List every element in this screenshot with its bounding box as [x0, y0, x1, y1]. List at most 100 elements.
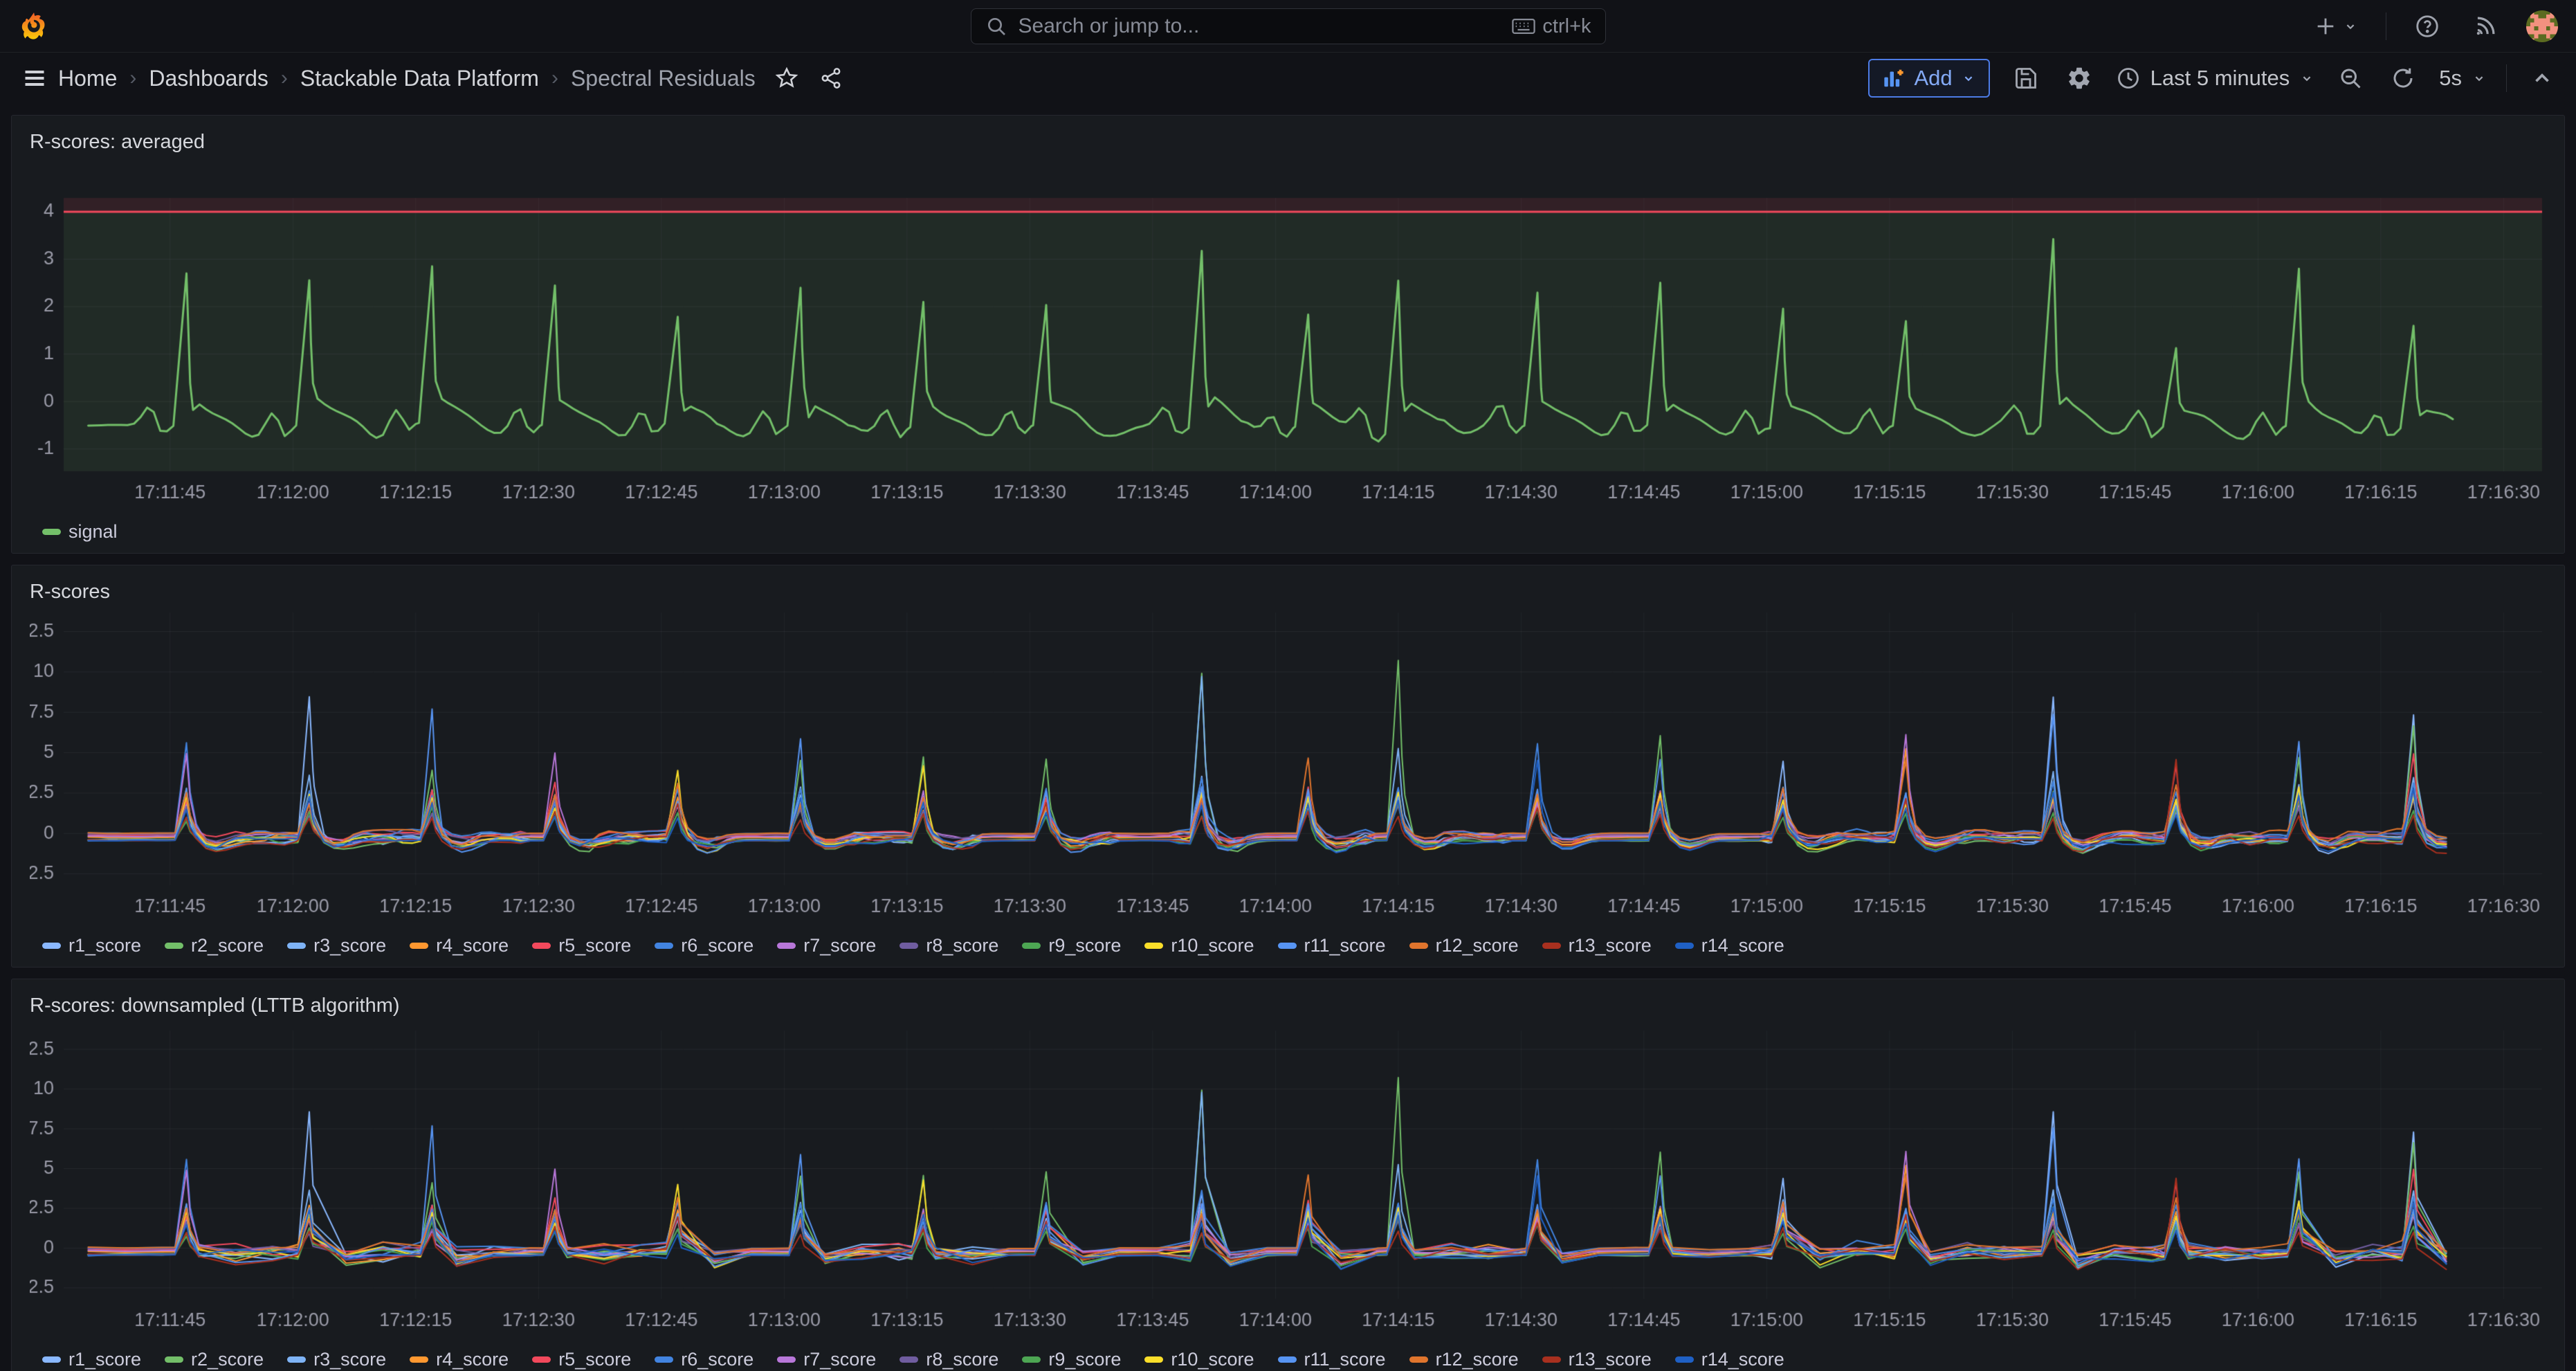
legend-color-pill: [655, 1356, 673, 1363]
chevron-down-icon: [2299, 71, 2314, 86]
kiosk-mode-button[interactable]: [2526, 62, 2558, 94]
legend-item-r1_score[interactable]: r1_score: [42, 1349, 141, 1370]
legend-item-r9_score[interactable]: r9_score: [1022, 1349, 1121, 1370]
legend-item-r4_score[interactable]: r4_score: [410, 1349, 509, 1370]
legend-item-r11_score[interactable]: r11_score: [1278, 1349, 1386, 1370]
legend-color-pill: [42, 529, 61, 535]
legend-item-r13_score[interactable]: r13_score: [1542, 935, 1652, 956]
legend-item-r14_score[interactable]: r14_score: [1675, 935, 1784, 956]
legend-item-r12_score[interactable]: r12_score: [1409, 935, 1519, 956]
breadcrumb: Home › Dashboards › Stackable Data Platf…: [58, 62, 847, 94]
legend-label: r5_score: [558, 935, 631, 956]
panel-rscores-downsampled: R-scores: downsampled (LTTB algorithm) r…: [11, 979, 2565, 1371]
breadcrumb-separator: ›: [551, 66, 558, 90]
breadcrumb-current: Spectral Residuals: [571, 66, 756, 91]
breadcrumb-separator: ›: [129, 66, 136, 90]
legend-color-pill: [1022, 943, 1041, 949]
share-button[interactable]: [815, 62, 847, 94]
legend-color-pill: [777, 943, 796, 949]
breadcrumb-home[interactable]: Home: [58, 66, 117, 91]
panel-title[interactable]: R-scores: [30, 578, 2546, 606]
legend-label: signal: [68, 521, 118, 543]
legend-color-pill: [1144, 943, 1163, 949]
legend-label: r10_score: [1171, 935, 1254, 956]
search-shortcut: ctrl+k: [1512, 15, 1591, 38]
chevron-down-icon: [1961, 71, 1976, 86]
legend-label: r9_score: [1048, 935, 1121, 956]
legend-item-r6_score[interactable]: r6_score: [655, 1349, 753, 1370]
legend-color-pill: [1542, 943, 1561, 949]
legend-label: r5_score: [558, 1349, 631, 1370]
breadcrumb-dashboards[interactable]: Dashboards: [149, 66, 268, 91]
legend-label: r4_score: [436, 935, 509, 956]
panel-title[interactable]: R-scores: downsampled (LTTB algorithm): [30, 992, 2546, 1019]
refresh-interval-picker[interactable]: 5s: [2439, 66, 2487, 91]
legend-label: r10_score: [1171, 1349, 1254, 1370]
legend-label: r12_score: [1436, 935, 1519, 956]
chart-legend: r1_score r2_score r3_score r4_score r5_score…: [30, 929, 2546, 961]
legend-label: r13_score: [1569, 1349, 1652, 1370]
add-panel-button[interactable]: Add: [1868, 59, 1989, 98]
add-visualization-icon: [1882, 68, 1906, 89]
legend-color-pill: [42, 1356, 61, 1363]
legend-color-pill: [42, 943, 61, 949]
legend-label: r1_score: [68, 1349, 141, 1370]
legend-color-pill: [1409, 1356, 1428, 1363]
legend-item-r2_score[interactable]: r2_score: [165, 935, 264, 956]
favorite-star-button[interactable]: [771, 62, 803, 94]
legend-label: r6_score: [681, 935, 753, 956]
legend-item-r10_score[interactable]: r10_score: [1144, 1349, 1254, 1370]
legend-item-r4_score[interactable]: r4_score: [410, 935, 509, 956]
search-placeholder: Search or jump to...: [1018, 15, 1501, 38]
rscores-downsampled-chart[interactable]: [30, 1024, 2546, 1343]
legend-label: r4_score: [436, 1349, 509, 1370]
breadcrumb-folder[interactable]: Stackable Data Platform: [300, 66, 539, 91]
legend-label: r7_score: [803, 1349, 876, 1370]
legend-label: r8_score: [926, 935, 998, 956]
refresh-button[interactable]: [2386, 62, 2420, 95]
save-dashboard-button[interactable]: [2009, 62, 2043, 95]
legend-item-r8_score[interactable]: r8_score: [899, 935, 998, 956]
rscores-averaged-chart[interactable]: [30, 160, 2546, 516]
legend-item-r9_score[interactable]: r9_score: [1022, 935, 1121, 956]
dashboard-settings-button[interactable]: [2062, 61, 2097, 96]
legend-item-signal[interactable]: signal: [42, 521, 118, 543]
legend-label: r12_score: [1436, 1349, 1519, 1370]
panel-rscores-averaged: R-scores: averaged signal: [11, 115, 2565, 554]
new-menu-button[interactable]: [2310, 10, 2362, 42]
legend-item-r13_score[interactable]: r13_score: [1542, 1349, 1652, 1370]
user-avatar[interactable]: [2526, 10, 2558, 42]
zoom-out-time-button[interactable]: [2334, 62, 2367, 95]
legend-item-r5_score[interactable]: r5_score: [532, 1349, 631, 1370]
grafana-logo-icon[interactable]: [18, 10, 50, 42]
legend-item-r7_score[interactable]: r7_score: [777, 1349, 876, 1370]
legend-item-r10_score[interactable]: r10_score: [1144, 935, 1254, 956]
legend-color-pill: [1542, 1356, 1561, 1363]
legend-color-pill: [287, 1356, 306, 1363]
legend-item-r6_score[interactable]: r6_score: [655, 935, 753, 956]
legend-item-r14_score[interactable]: r14_score: [1675, 1349, 1784, 1370]
rscores-chart[interactable]: [30, 610, 2546, 929]
legend-item-r3_score[interactable]: r3_score: [287, 935, 386, 956]
legend-color-pill: [410, 1356, 428, 1363]
legend-item-r2_score[interactable]: r2_score: [165, 1349, 264, 1370]
legend-label: r8_score: [926, 1349, 998, 1370]
panel-title[interactable]: R-scores: averaged: [30, 128, 2546, 156]
legend-item-r3_score[interactable]: r3_score: [287, 1349, 386, 1370]
legend-item-r8_score[interactable]: r8_score: [899, 1349, 998, 1370]
chevron-down-icon: [2472, 71, 2487, 86]
legend-item-r5_score[interactable]: r5_score: [532, 935, 631, 956]
panel-rscores: R-scores r1_score r2_score r3_score r4_scor…: [11, 565, 2565, 968]
mega-menu-icon[interactable]: [18, 62, 51, 95]
legend-color-pill: [165, 943, 183, 949]
legend-item-r1_score[interactable]: r1_score: [42, 935, 141, 956]
legend-item-r11_score[interactable]: r11_score: [1278, 935, 1386, 956]
search-input[interactable]: Search or jump to... ctrl+k: [971, 8, 1606, 44]
help-button[interactable]: [2410, 9, 2445, 44]
legend-item-r7_score[interactable]: r7_score: [777, 935, 876, 956]
legend-color-pill: [1409, 943, 1428, 949]
chevron-down-icon: [2343, 19, 2358, 34]
time-range-picker[interactable]: Last 5 minutes: [2116, 66, 2315, 91]
news-feed-button[interactable]: [2468, 9, 2503, 44]
legend-item-r12_score[interactable]: r12_score: [1409, 1349, 1519, 1370]
